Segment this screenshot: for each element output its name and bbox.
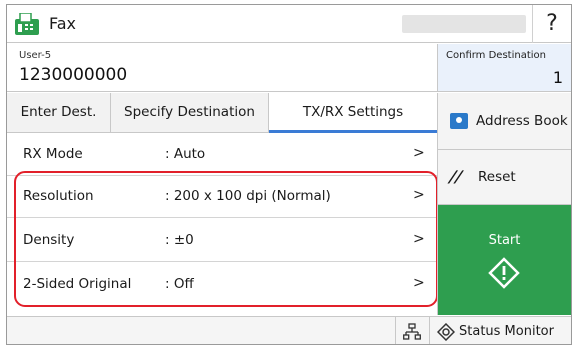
status-monitor-button[interactable]: Status Monitor <box>431 317 571 344</box>
setting-row-2-sided-original[interactable]: 2-Sided Original : Off > <box>7 264 437 306</box>
confirm-destination-label: Confirm Destination <box>446 50 546 61</box>
setting-label: Density <box>23 232 75 248</box>
chevron-right-icon: > <box>413 187 425 203</box>
confirm-destination-button[interactable]: Confirm Destination 1 <box>437 44 571 92</box>
fax-icon <box>15 13 39 35</box>
divider <box>395 317 396 344</box>
destination-count: 1 <box>552 68 563 87</box>
reset-button[interactable]: // Reset <box>438 150 571 205</box>
network-icon[interactable] <box>403 323 421 341</box>
status-monitor-label: Status Monitor <box>459 324 554 339</box>
status-bar: Status Monitor <box>7 316 571 344</box>
reset-label: Reset <box>478 169 516 185</box>
setting-row-resolution[interactable]: Resolution : 200 x 100 dpi (Normal) > <box>7 176 437 218</box>
start-diamond-icon <box>488 257 520 289</box>
destination-name: User-5 <box>19 50 52 61</box>
destination-number: 1230000000 <box>19 65 128 85</box>
reset-icon: // <box>446 167 466 186</box>
address-book-label: Address Book <box>476 113 568 129</box>
tab-txrx-settings[interactable]: TX/RX Settings <box>269 93 437 133</box>
setting-label: Resolution <box>23 188 94 204</box>
setting-row-density[interactable]: Density : ±0 > <box>7 220 437 262</box>
setting-value: : Off <box>165 276 194 292</box>
chevron-right-icon: > <box>413 145 425 161</box>
setting-value: : Auto <box>165 146 206 162</box>
divider <box>429 317 430 344</box>
start-button[interactable]: Start <box>438 205 571 315</box>
setting-label: 2-Sided Original <box>23 276 132 292</box>
setting-label: RX Mode <box>23 146 83 162</box>
setting-value: : 200 x 100 dpi (Normal) <box>165 188 331 204</box>
chevron-right-icon: > <box>413 275 425 291</box>
address-book-button[interactable]: Address Book <box>438 93 571 150</box>
address-book-icon <box>450 113 468 129</box>
status-monitor-icon <box>437 323 455 341</box>
tab-specify-destination[interactable]: Specify Destination <box>111 93 269 133</box>
tab-enter-dest[interactable]: Enter Dest. <box>7 93 111 133</box>
destination-display[interactable]: User-5 1230000000 <box>7 44 437 92</box>
action-panel: Address Book // Reset Start <box>437 93 571 315</box>
tab-bar: Enter Dest. Specify Destination TX/RX Se… <box>7 93 437 133</box>
setting-row-rx-mode[interactable]: RX Mode : Auto > <box>7 134 437 176</box>
app-title: Fax <box>49 14 77 33</box>
start-label: Start <box>488 233 521 248</box>
fax-screen: Fax ? User-5 1230000000 Confirm Destinat… <box>6 4 572 345</box>
login-user-area <box>402 15 526 33</box>
setting-value: : ±0 <box>165 232 194 248</box>
title-bar: Fax ? <box>7 5 571 43</box>
help-button[interactable]: ? <box>533 5 571 43</box>
chevron-right-icon: > <box>413 231 425 247</box>
